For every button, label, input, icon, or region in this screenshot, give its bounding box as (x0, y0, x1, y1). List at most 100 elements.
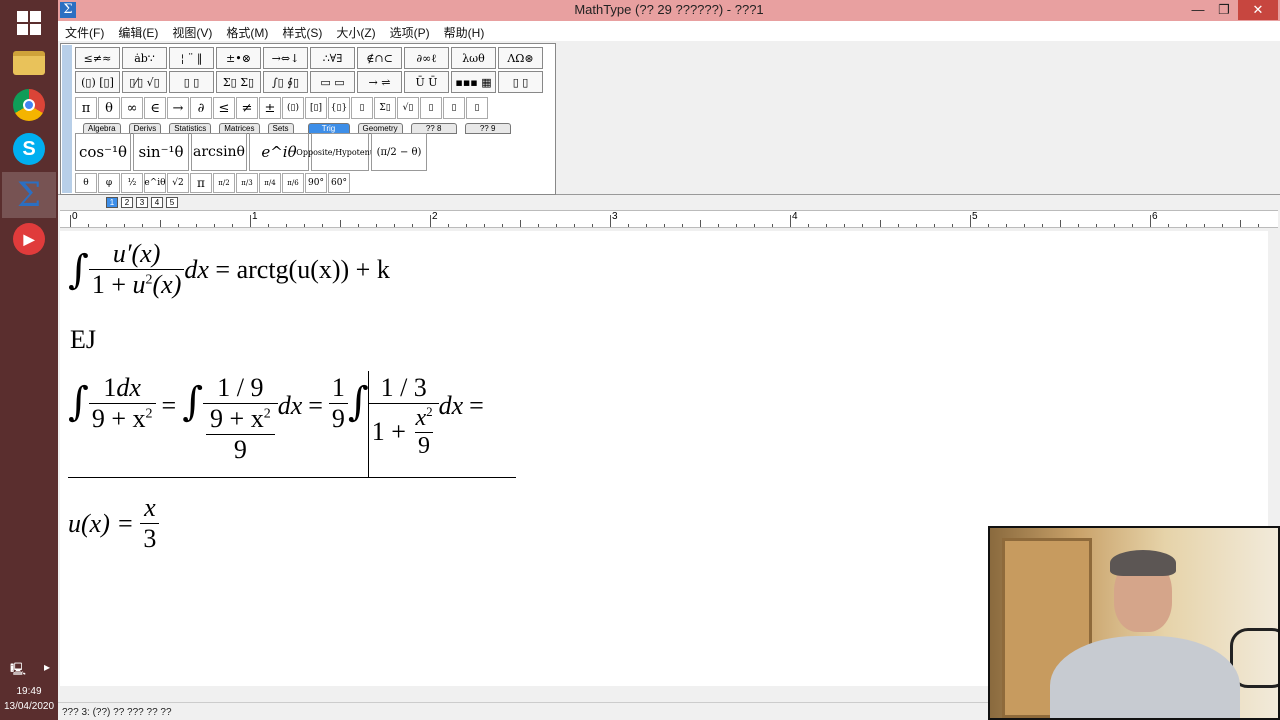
eq1-den-sup: 2 (145, 272, 153, 288)
sum-button[interactable]: Σ▯ (374, 97, 396, 119)
taskbar-file-explorer[interactable] (2, 40, 56, 86)
embellishments-button[interactable]: ¦ ¨ ‖ (169, 47, 214, 69)
taskbar-skype[interactable]: S (2, 126, 56, 172)
matrix-templates-button[interactable]: ▪▪▪ ▦ (451, 71, 496, 93)
size-5-button[interactable]: 5 (166, 197, 178, 208)
superscript-button[interactable]: ▯ (420, 97, 442, 119)
integral-templates-button[interactable]: ∫▯ ∮▯ (263, 71, 308, 93)
small-theta-button[interactable]: θ (75, 173, 97, 193)
small-half-button[interactable]: ½ (121, 173, 143, 193)
size-2-button[interactable]: 2 (121, 197, 133, 208)
palette-grip[interactable] (62, 45, 72, 193)
tray-expand-icon[interactable]: ▸ (44, 660, 50, 681)
small-pi-4-button[interactable]: π/4 (259, 173, 281, 193)
sub-super-button[interactable]: ▯ (466, 97, 488, 119)
sqrt-button[interactable]: √▯ (397, 97, 419, 119)
ruler-tick (196, 224, 197, 227)
partial-button[interactable]: ∂ (190, 97, 212, 119)
eq2-den-2b: 9 (233, 435, 247, 464)
small-euler-button[interactable]: e^iθ (144, 173, 166, 193)
small-phi-button[interactable]: φ (98, 173, 120, 193)
labeled-arrow-button[interactable]: → ⇌ (357, 71, 402, 93)
misc-symbols-button[interactable]: ∂∞ℓ (404, 47, 449, 69)
bar-templates-button[interactable]: ▭ ▭ (310, 71, 355, 93)
small-pi-2-button[interactable]: π/2 (213, 173, 235, 193)
menu-options[interactable]: 选项(P) (383, 21, 437, 41)
menu-view[interactable]: 视图(V) (165, 21, 219, 41)
product-templates-button[interactable]: Ū Ū (404, 71, 449, 93)
eq3-numerator: x (144, 493, 156, 522)
summation-templates-button[interactable]: Σ▯ Σ▯ (216, 71, 261, 93)
small-pi-6-button[interactable]: π/6 (282, 173, 304, 193)
fraction-button[interactable]: ▯ (351, 97, 373, 119)
complement-angle-template[interactable]: (π/2 − θ) (371, 133, 427, 171)
small-90deg-button[interactable]: 90° (305, 173, 327, 193)
logical-symbols-button[interactable]: ∴∀∃ (310, 47, 355, 69)
box-templates-button[interactable]: ▯ ▯ (498, 71, 543, 93)
eq2-den-3: 9 (328, 403, 348, 434)
theta-button[interactable]: θ (98, 97, 120, 119)
close-button[interactable]: ✕ (1238, 0, 1278, 20)
restore-button[interactable]: ❐ (1210, 0, 1238, 20)
greek-lower-button[interactable]: λωθ (451, 47, 496, 69)
ruler-tick (88, 224, 89, 227)
eq1-denominator: 1 + u2(x) (88, 269, 185, 300)
small-sqrt2-button[interactable]: √2 (167, 173, 189, 193)
subscript-templates-button[interactable]: ▯ ▯ (169, 71, 214, 93)
brackets-button[interactable]: [▯] (305, 97, 327, 119)
menu-style[interactable]: 样式(S) (275, 21, 329, 41)
not-equal-button[interactable]: ≠ (236, 97, 258, 119)
pi-button[interactable]: π (75, 97, 97, 119)
menu-edit[interactable]: 编辑(E) (111, 21, 165, 41)
small-pi-button[interactable]: π (190, 173, 212, 193)
ruler-tick (484, 224, 485, 227)
fence-templates-button[interactable]: (▯) [▯] (75, 71, 120, 93)
ruler-tick (250, 215, 251, 227)
tab-9[interactable]: ?? 9 (464, 123, 511, 134)
menu-format[interactable]: 格式(M) (219, 21, 275, 41)
ruler[interactable]: 0 1 2 3 4 5 6 (60, 210, 1278, 228)
operator-symbols-button[interactable]: ±•⊗ (216, 47, 261, 69)
relational-symbols-button[interactable]: ≤≠≈ (75, 47, 120, 69)
fraction-radical-button[interactable]: ▯⁄▯ √▯ (122, 71, 167, 93)
taskbar-chrome[interactable] (2, 82, 56, 128)
less-equal-button[interactable]: ≤ (213, 97, 235, 119)
arcsin-template[interactable]: arcsinθ (191, 133, 247, 171)
title-bar[interactable]: Σ MathType (?? 29 ??????) - ???1 — ❐ ✕ (58, 0, 1280, 21)
size-3-button[interactable]: 3 (136, 197, 148, 208)
set-theory-button[interactable]: ∉∩⊂ (357, 47, 402, 69)
size-4-button[interactable]: 4 (151, 197, 163, 208)
greek-upper-button[interactable]: ΛΩ⊛ (498, 47, 543, 69)
arcsin-power-template[interactable]: sin⁻¹θ (133, 133, 189, 171)
network-icon[interactable]: 🖳 (10, 660, 26, 681)
spaces-ellipses-button[interactable]: ȧb∵ (122, 47, 167, 69)
braces-button[interactable]: {▯} (328, 97, 350, 119)
arrow-symbols-button[interactable]: →⇔↓ (263, 47, 308, 69)
ruler-tick (448, 224, 449, 227)
plus-minus-button[interactable]: ± (259, 97, 281, 119)
size-1-button[interactable]: 1 (106, 197, 118, 208)
ruler-tick (466, 224, 467, 227)
menu-size[interactable]: 大小(Z) (329, 21, 382, 41)
parentheses-button[interactable]: (▯) (282, 97, 304, 119)
clock[interactable]: 19:49 13/04/2020 (0, 684, 58, 714)
eq1-numerator: u′(x) (112, 239, 161, 268)
opposite-hypotenuse-template[interactable]: Opposite/Hypotenuse (296, 133, 384, 171)
element-of-button[interactable]: ∈ (144, 97, 166, 119)
taskbar-mathtype[interactable]: Σ (2, 172, 56, 218)
eq2-equals-2: = (308, 391, 323, 420)
infinity-button[interactable]: ∞ (121, 97, 143, 119)
taskbar-recorder[interactable]: ▶ (2, 216, 56, 262)
menu-help[interactable]: 帮助(H) (437, 21, 492, 41)
arrow-right-button[interactable]: → (167, 97, 189, 119)
ruler-tick (952, 224, 953, 227)
ruler-tick (1240, 220, 1241, 227)
small-60deg-button[interactable]: 60° (328, 173, 350, 193)
small-pi-3-button[interactable]: π/3 (236, 173, 258, 193)
minimize-button[interactable]: — (1184, 0, 1212, 20)
subscript-button[interactable]: ▯ (443, 97, 465, 119)
arccos-template[interactable]: cos⁻¹θ (75, 133, 131, 171)
ruler-tick (358, 224, 359, 227)
eq2-inner-fraction: x2 9 (412, 404, 435, 460)
menu-file[interactable]: 文件(F) (58, 21, 111, 41)
